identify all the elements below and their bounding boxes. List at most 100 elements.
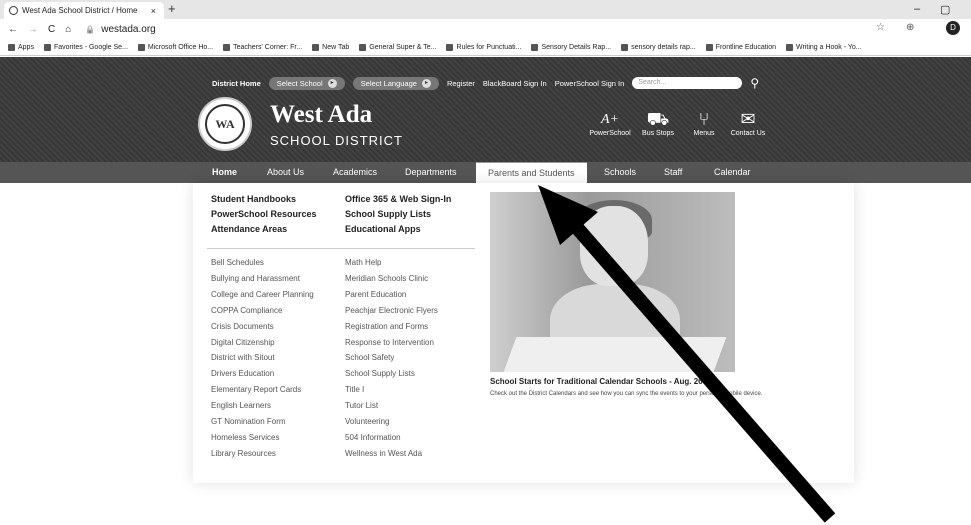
menu-link[interactable]: School Supply Lists	[345, 369, 415, 378]
quick-link-powerschool[interactable]: A+ PowerSchool	[588, 110, 632, 137]
district-home-link[interactable]: District Home	[212, 79, 261, 88]
menu-link[interactable]: School Safety	[345, 353, 394, 362]
select-language-dropdown[interactable]: Select Language ▸	[352, 76, 439, 90]
select-school-label: Select School	[276, 78, 323, 88]
menu-link[interactable]: Homeless Services	[211, 433, 279, 442]
menu-link[interactable]: GT Nomination Form	[211, 417, 286, 426]
back-icon[interactable]: ←	[8, 24, 18, 35]
menu-link[interactable]: Library Resources	[211, 449, 276, 458]
menu-link[interactable]: Crisis Documents	[211, 322, 274, 331]
powerschool-sign-in-link[interactable]: PowerSchool Sign In	[555, 79, 625, 88]
menu-link[interactable]: Response to Intervention	[345, 338, 434, 347]
menu-link[interactable]: Digital Citizenship	[211, 338, 275, 347]
tab-title: West Ada School District / Home	[22, 6, 138, 15]
menu-link[interactable]: COPPA Compliance	[211, 306, 282, 315]
bookmark-favicon-icon	[312, 43, 320, 51]
search-icon[interactable]: ⚲	[750, 76, 759, 90]
link-student-handbooks[interactable]: Student Handbooks	[211, 194, 296, 204]
nav-about-us[interactable]: About Us	[267, 162, 304, 183]
quick-link-menus[interactable]: ⑂ Menus	[682, 109, 726, 138]
menu-link[interactable]: Math Help	[345, 258, 381, 267]
bookmarks-bar: Apps Favorites - Google Se... Microsoft Of…	[0, 39, 971, 56]
menu-divider	[207, 248, 475, 249]
extension-icon[interactable]: ⊕	[906, 22, 914, 33]
promo-image[interactable]	[490, 192, 735, 372]
bookmark-item[interactable]: Frontline Education	[705, 43, 776, 51]
menu-link[interactable]: Drivers Education	[211, 369, 274, 378]
url-input[interactable]: westada.org	[101, 24, 155, 35]
menu-link[interactable]: English Learners	[211, 401, 271, 410]
nav-departments[interactable]: Departments	[405, 162, 457, 183]
menu-link[interactable]: 504 Information	[345, 433, 401, 442]
select-school-dropdown[interactable]: Select School ▸	[268, 76, 345, 90]
bookmark-item[interactable]: Microsoft Office Ho...	[137, 43, 213, 51]
bookmark-item[interactable]: Writing a Hook - Yo...	[786, 43, 862, 51]
restore-icon[interactable]: ▢	[940, 3, 950, 16]
nav-parents-and-students[interactable]: Parents and Students	[476, 162, 587, 183]
reload-icon[interactable]: C	[48, 24, 55, 35]
forward-icon[interactable]: →	[28, 24, 38, 35]
menu-link[interactable]: Peachjar Electronic Flyers	[345, 306, 438, 315]
nav-home[interactable]: Home	[212, 162, 237, 183]
menu-link[interactable]: Meridian Schools Clinic	[345, 274, 428, 283]
link-educational-apps[interactable]: Educational Apps	[345, 224, 421, 234]
new-tab-button[interactable]: +	[168, 1, 176, 16]
bookmark-item[interactable]: Apps	[8, 43, 34, 51]
star-icon[interactable]: ☆	[876, 22, 885, 33]
chevron-right-icon: ▸	[327, 78, 337, 88]
quick-link-label: PowerSchool	[589, 130, 631, 137]
link-powerschool-resources[interactable]: PowerSchool Resources	[211, 209, 317, 219]
menu-link[interactable]: District with Sitout	[211, 353, 275, 362]
menu-link[interactable]: Title I	[345, 385, 364, 394]
district-logo[interactable]: WA	[198, 97, 252, 151]
link-office-365[interactable]: Office 365 & Web Sign-In	[345, 194, 451, 204]
home-icon[interactable]: ⌂	[65, 24, 71, 35]
screenshot-root: West Ada School District / Home × + – ▢ …	[0, 0, 971, 525]
minimize-icon[interactable]: –	[914, 3, 920, 15]
quick-link-bus-stops[interactable]: ⛟ Bus Stops	[636, 109, 680, 138]
bus-icon: ⛟	[646, 109, 670, 130]
bookmark-item[interactable]: Sensory Details Rap...	[531, 43, 611, 51]
site-title[interactable]: West Ada	[270, 101, 372, 129]
bookmark-favicon-icon	[359, 43, 367, 51]
menu-link[interactable]: College and Career Planning	[211, 290, 314, 299]
bookmark-label: Teachers' Corner: Fr...	[233, 43, 303, 51]
menu-link[interactable]: Bell Schedules	[211, 258, 264, 267]
bookmark-favicon-icon	[43, 43, 51, 51]
bookmark-item[interactable]: Teachers' Corner: Fr...	[223, 43, 303, 51]
globe-icon	[9, 6, 18, 15]
nav-schools[interactable]: Schools	[604, 162, 636, 183]
bookmark-label: sensory details rap...	[631, 43, 696, 51]
menu-link[interactable]: Volunteering	[345, 417, 389, 426]
menu-link[interactable]: Parent Education	[345, 290, 406, 299]
top-utility-nav: District Home Select School ▸ Select Lan…	[212, 76, 759, 90]
blackboard-link[interactable]: BlackBoard Sign In	[483, 79, 547, 88]
search-input[interactable]: Search...	[632, 77, 743, 89]
nav-calendar[interactable]: Calendar	[714, 162, 751, 183]
menu-link[interactable]: Elementary Report Cards	[211, 385, 301, 394]
quick-link-label: Menus	[693, 130, 715, 137]
bookmark-item[interactable]: Favorites - Google Se...	[43, 43, 128, 51]
bookmark-item[interactable]: General Super & Te...	[359, 43, 436, 51]
site-subtitle: SCHOOL DISTRICT	[270, 133, 403, 148]
nav-staff[interactable]: Staff	[664, 162, 682, 183]
bookmark-item[interactable]: sensory details rap...	[621, 43, 696, 51]
menu-link[interactable]: Tutor List	[345, 401, 378, 410]
quick-link-contact[interactable]: ✉ Contact Us	[726, 110, 770, 138]
bookmark-item[interactable]: Rules for Punctuati...	[446, 43, 521, 51]
register-link[interactable]: Register	[447, 79, 475, 88]
browser-tab[interactable]: West Ada School District / Home ×	[4, 2, 164, 19]
link-school-supply-lists[interactable]: School Supply Lists	[345, 209, 431, 219]
bookmark-label: Favorites - Google Se...	[53, 43, 128, 51]
menu-link[interactable]: Wellness in West Ada	[345, 449, 422, 458]
profile-avatar[interactable]: D	[946, 21, 960, 35]
fork-knife-icon: ⑂	[698, 109, 710, 130]
promo-title[interactable]: School Starts for Traditional Calendar S…	[490, 377, 703, 386]
close-tab-icon[interactable]: ×	[151, 6, 156, 16]
bookmark-item[interactable]: New Tab	[312, 43, 349, 51]
menu-link[interactable]: Registration and Forms	[345, 322, 428, 331]
bookmark-favicon-icon	[446, 43, 454, 51]
menu-link[interactable]: Bullying and Harassment	[211, 274, 300, 283]
link-attendance-areas[interactable]: Attendance Areas	[211, 224, 287, 234]
nav-academics[interactable]: Academics	[333, 162, 377, 183]
